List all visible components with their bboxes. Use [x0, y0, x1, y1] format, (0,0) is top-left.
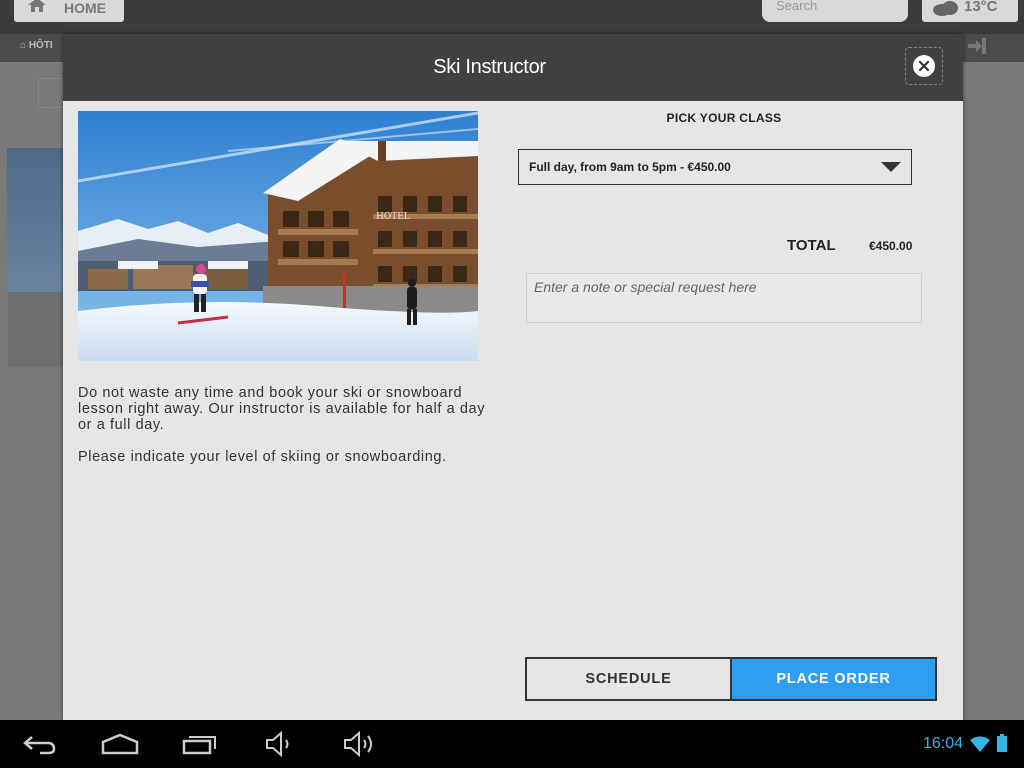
volume-up-icon: [344, 731, 372, 757]
svg-text:HOTEL: HOTEL: [376, 212, 410, 222]
selected-class-value: Full day, from 9am to 5pm - €450.00: [529, 160, 731, 174]
back-button[interactable]: [20, 728, 60, 760]
background-chip: [38, 78, 64, 108]
modal-title: Ski Instructor: [433, 56, 546, 78]
description-paragraph: Do not waste any time and book your ski …: [78, 385, 486, 433]
cloud-icon: [933, 1, 958, 16]
wifi-icon: [970, 736, 990, 752]
pick-class-title: PICK YOUR CLASS: [666, 111, 782, 125]
clock: 16:04: [923, 735, 964, 752]
class-description: Do not waste any time and book your ski …: [78, 385, 498, 481]
close-icon: [913, 55, 935, 77]
system-navigation-bar: 16:04: [0, 720, 1024, 768]
home-icon: [28, 0, 46, 12]
volume-down-icon: [266, 731, 289, 757]
place-order-button[interactable]: PLACE ORDER: [732, 657, 937, 701]
login-icon: [968, 38, 986, 54]
total-value: €450.00: [869, 239, 913, 253]
description-paragraph: Please indicate your level of skiing or …: [78, 449, 447, 465]
home-label: HOME: [64, 0, 106, 16]
home-nav-icon: [101, 733, 139, 755]
total-label: TOTAL: [787, 237, 836, 254]
background-home-button: HOME: [14, 0, 124, 22]
schedule-button[interactable]: SCHEDULE: [525, 657, 732, 701]
background-card-image: [7, 148, 63, 292]
volume-up-button[interactable]: [340, 728, 380, 760]
dropdown-arrow-icon: [881, 162, 901, 172]
recent-apps-icon: [182, 736, 216, 755]
battery-icon: [997, 734, 1007, 752]
background-search-input: Search: [762, 0, 908, 22]
modal-header: Ski Instructor: [63, 34, 963, 101]
home-button[interactable]: [100, 728, 140, 760]
note-input[interactable]: [526, 273, 922, 323]
ski-instructor-modal: Ski Instructor HOTEL Do not waste any ti…: [63, 34, 963, 720]
recent-apps-button[interactable]: [180, 728, 220, 760]
background-weather: 13°C: [922, 0, 1018, 22]
background-breadcrumb: ⌂ HÔTI: [20, 40, 53, 51]
back-icon: [23, 736, 56, 755]
close-button[interactable]: [905, 47, 943, 85]
class-select[interactable]: Full day, from 9am to 5pm - €450.00: [518, 149, 912, 185]
hotel-image: HOTEL: [78, 111, 478, 361]
weather-temperature: 13°C: [964, 0, 998, 15]
volume-down-button[interactable]: [262, 728, 298, 760]
